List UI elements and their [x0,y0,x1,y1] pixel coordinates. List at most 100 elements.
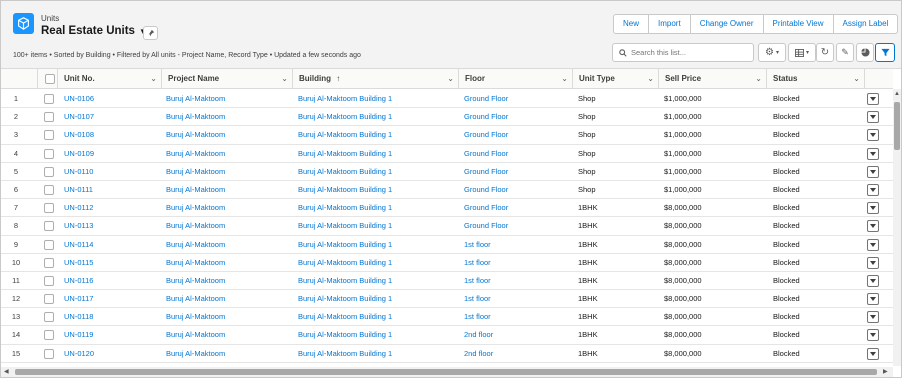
scroll-up-icon[interactable]: ▲ [894,89,900,99]
new-button[interactable]: New [614,15,648,33]
floor-link[interactable]: Ground Floor [464,145,508,163]
change-owner-button[interactable]: Change Owner [689,15,763,33]
row-actions-button[interactable] [867,183,879,196]
building-link[interactable]: Buruj Al-Maktoom Building 1 [298,308,392,326]
unit-no-link[interactable]: UN-0115 [64,254,93,272]
building-link[interactable]: Buruj Al-Maktoom Building 1 [298,108,392,126]
floor-link[interactable]: Ground Floor [464,90,508,108]
row-actions-button[interactable] [867,147,879,160]
floor-link[interactable]: 1st floor [464,236,491,254]
project-name-link[interactable]: Buruj Al-Maktoom [166,181,225,199]
row-checkbox[interactable] [44,239,54,250]
floor-link[interactable]: Ground Floor [464,126,508,144]
unit-no-link[interactable]: UN-0117 [64,290,93,308]
building-link[interactable]: Buruj Al-Maktoom Building 1 [298,145,392,163]
col-header-status[interactable]: Status ⌄ [766,69,864,89]
printable-view-button[interactable]: Printable View [762,15,833,33]
row-checkbox[interactable] [44,348,54,359]
building-link[interactable]: Buruj Al-Maktoom Building 1 [298,272,392,290]
col-header-sell-price[interactable]: Sell Price ⌄ [658,69,766,89]
filter-button[interactable] [875,43,895,62]
vertical-scrollbar[interactable]: ▲ [893,89,901,366]
unit-no-link[interactable]: UN-0107 [64,108,94,126]
floor-link[interactable]: Ground Floor [464,217,508,235]
row-checkbox[interactable] [44,257,54,268]
list-settings-button[interactable]: ⚙ ▾ [758,43,786,62]
assign-label-button[interactable]: Assign Label [832,15,898,33]
row-actions-button[interactable] [867,311,879,324]
unit-no-link[interactable]: UN-0110 [64,163,93,181]
horizontal-scrollbar[interactable]: ◀ ▶ [1,367,893,377]
unit-no-link[interactable]: UN-0120 [64,345,94,363]
floor-link[interactable]: Ground Floor [464,181,508,199]
row-checkbox[interactable] [44,184,54,195]
row-actions-button[interactable] [867,111,879,124]
project-name-link[interactable]: Buruj Al-Maktoom [166,345,225,363]
chevron-down-icon[interactable]: ⌄ [561,69,568,89]
building-link[interactable]: Buruj Al-Maktoom Building 1 [298,254,392,272]
chevron-down-icon[interactable]: ⌄ [281,69,288,89]
unit-no-link[interactable]: UN-0106 [64,90,94,108]
floor-link[interactable]: 1st floor [464,254,491,272]
row-actions-button[interactable] [867,165,879,178]
row-actions-button[interactable] [867,256,879,269]
row-actions-button[interactable] [867,293,879,306]
row-checkbox[interactable] [44,94,54,104]
row-checkbox[interactable] [44,148,54,159]
floor-link[interactable]: Ground Floor [464,163,508,181]
col-header-project-name[interactable]: Project Name ⌄ [161,69,292,89]
unit-no-link[interactable]: UN-0119 [64,326,93,344]
building-link[interactable]: Buruj Al-Maktoom Building 1 [298,199,392,217]
building-link[interactable]: Buruj Al-Maktoom Building 1 [298,126,392,144]
row-checkbox[interactable] [44,203,54,214]
floor-link[interactable]: 1st floor [464,290,491,308]
charts-button[interactable] [856,43,874,62]
floor-link[interactable]: Ground Floor [464,108,508,126]
chevron-down-icon[interactable]: ⌄ [447,69,454,89]
row-actions-button[interactable] [867,220,879,233]
chevron-down-icon[interactable]: ⌄ [647,69,654,89]
project-name-link[interactable]: Buruj Al-Maktoom [166,90,225,108]
building-link[interactable]: Buruj Al-Maktoom Building 1 [298,326,392,344]
project-name-link[interactable]: Buruj Al-Maktoom [166,163,225,181]
scroll-right-icon[interactable]: ▶ [883,367,888,377]
pin-list-button[interactable] [143,26,158,40]
floor-link[interactable]: 2nd floor [464,345,493,363]
project-name-link[interactable]: Buruj Al-Maktoom [166,308,225,326]
floor-link[interactable]: 2nd floor [464,326,493,344]
chevron-down-icon[interactable]: ⌄ [150,69,157,89]
floor-link[interactable]: 1st floor [464,308,491,326]
row-checkbox[interactable] [44,275,54,286]
row-actions-button[interactable] [867,93,879,105]
project-name-link[interactable]: Buruj Al-Maktoom [166,145,225,163]
row-checkbox[interactable] [44,112,54,123]
col-header-floor[interactable]: Floor ⌄ [458,69,572,89]
building-link[interactable]: Buruj Al-Maktoom Building 1 [298,217,392,235]
building-link[interactable]: Buruj Al-Maktoom Building 1 [298,90,392,108]
building-link[interactable]: Buruj Al-Maktoom Building 1 [298,181,392,199]
row-checkbox[interactable] [44,130,54,141]
list-view-selector[interactable]: Real Estate Units ▼ [41,25,147,37]
project-name-link[interactable]: Buruj Al-Maktoom [166,254,225,272]
col-header-building[interactable]: Building ↑ ⌄ [292,69,458,89]
row-actions-button[interactable] [867,329,879,342]
display-as-button[interactable]: ▾ [788,43,816,62]
row-actions-button[interactable] [867,347,879,360]
project-name-link[interactable]: Buruj Al-Maktoom [166,217,225,235]
row-checkbox[interactable] [44,221,54,232]
edit-list-button[interactable]: ✎ [836,43,854,62]
project-name-link[interactable]: Buruj Al-Maktoom [166,272,225,290]
select-all-checkbox[interactable] [45,74,55,84]
row-checkbox[interactable] [44,330,54,341]
import-button[interactable]: Import [648,15,690,33]
unit-no-link[interactable]: UN-0114 [64,236,93,254]
search-input[interactable] [631,48,749,57]
chevron-down-icon[interactable]: ⌄ [853,69,860,89]
row-actions-button[interactable] [867,274,879,287]
vertical-scroll-thumb[interactable] [894,102,900,150]
row-actions-button[interactable] [867,202,879,215]
building-link[interactable]: Buruj Al-Maktoom Building 1 [298,163,392,181]
unit-no-link[interactable]: UN-0112 [64,199,93,217]
unit-no-link[interactable]: UN-0109 [64,145,94,163]
horizontal-scroll-thumb[interactable] [15,369,877,375]
